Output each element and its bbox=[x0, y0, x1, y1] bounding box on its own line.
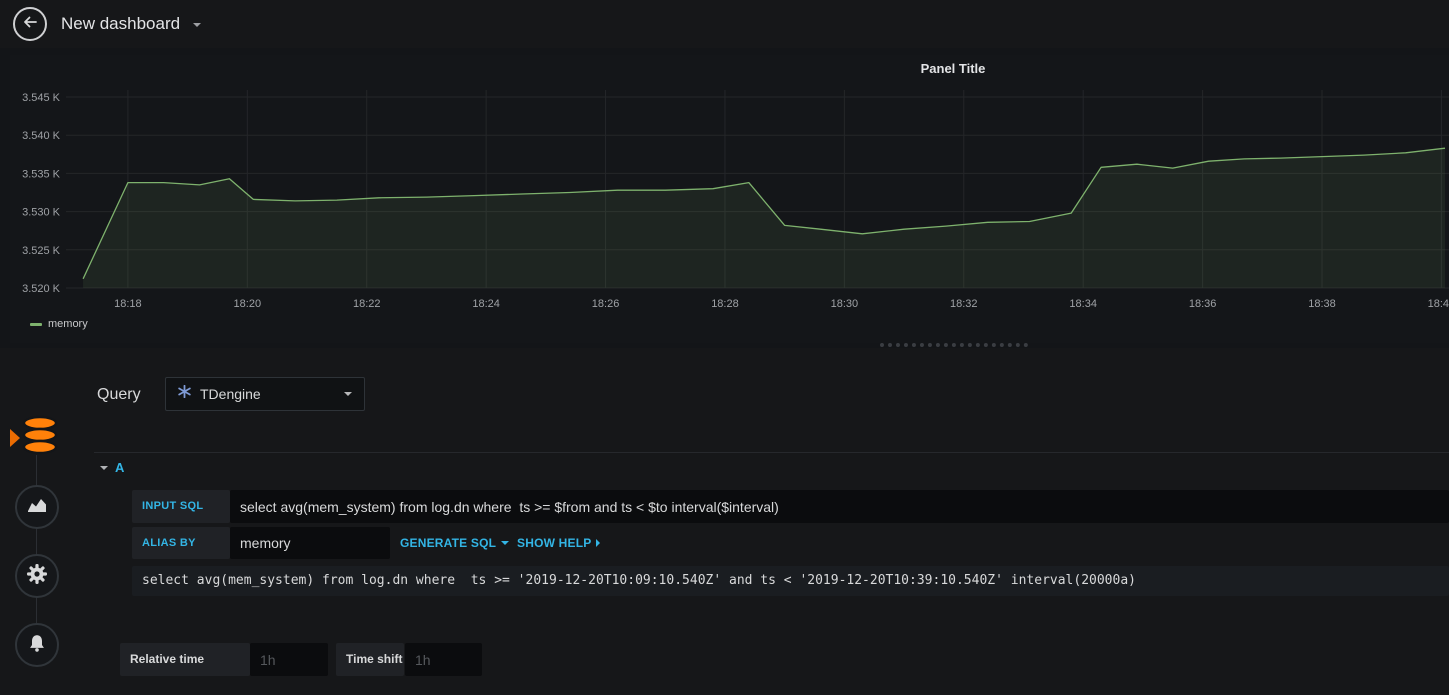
scrollbar-thumb[interactable] bbox=[880, 343, 1028, 347]
input-sql-field[interactable] bbox=[230, 490, 1449, 523]
chart-legend[interactable]: memory bbox=[30, 318, 88, 330]
chevron-down-icon bbox=[344, 392, 352, 396]
sidebar-item-queries[interactable] bbox=[21, 415, 59, 457]
active-tab-arrow-icon bbox=[10, 429, 20, 447]
time-shift-label: Time shift bbox=[336, 643, 404, 676]
legend-color-swatch bbox=[30, 322, 42, 326]
svg-text:18:18: 18:18 bbox=[114, 298, 142, 310]
sidebar-item-general[interactable] bbox=[15, 554, 59, 598]
divider bbox=[94, 452, 1449, 453]
top-nav: New dashboard bbox=[0, 0, 1449, 48]
grafana-panel-editor: New dashboard Panel Title 3.520 K 3.525 K… bbox=[0, 0, 1449, 695]
time-shift-input[interactable] bbox=[405, 643, 482, 676]
alias-by-label: ALIAS BY bbox=[132, 527, 230, 559]
tdengine-icon bbox=[178, 384, 191, 403]
collapse-caret-icon bbox=[100, 465, 108, 470]
database-icon bbox=[21, 415, 59, 461]
sidebar-rail bbox=[36, 455, 37, 645]
show-help-button[interactable]: SHOW HELP bbox=[517, 527, 601, 559]
relative-time-input[interactable] bbox=[250, 643, 328, 676]
generate-sql-label: GENERATE SQL bbox=[400, 536, 497, 550]
svg-text:18:24: 18:24 bbox=[472, 298, 500, 310]
gear-icon bbox=[26, 563, 48, 590]
dashboard-title-dropdown[interactable]: New dashboard bbox=[61, 0, 201, 48]
svg-text:18:40: 18:40 bbox=[1428, 298, 1449, 310]
svg-text:18:34: 18:34 bbox=[1069, 298, 1097, 310]
svg-text:3.520 K: 3.520 K bbox=[22, 283, 61, 295]
svg-text:3.525 K: 3.525 K bbox=[22, 245, 61, 257]
query-ref-id: A bbox=[115, 460, 125, 475]
show-help-label: SHOW HELP bbox=[517, 536, 592, 550]
chevron-right-icon bbox=[596, 539, 601, 547]
svg-text:3.545 K: 3.545 K bbox=[22, 92, 61, 104]
bell-icon bbox=[27, 633, 47, 658]
svg-text:18:20: 18:20 bbox=[234, 298, 262, 310]
svg-text:18:32: 18:32 bbox=[950, 298, 978, 310]
timeseries-chart: 3.520 K 3.525 K 3.530 K 3.535 K 3.540 K 3.545… bbox=[22, 90, 1449, 310]
query-section-title: Query bbox=[97, 386, 141, 403]
dashboard-title: New dashboard bbox=[61, 14, 181, 33]
svg-text:18:38: 18:38 bbox=[1308, 298, 1336, 310]
svg-text:3.530 K: 3.530 K bbox=[22, 207, 61, 219]
chevron-down-icon bbox=[192, 23, 201, 27]
chevron-down-icon bbox=[501, 541, 510, 545]
chart-icon bbox=[27, 497, 47, 518]
relative-time-label: Relative time bbox=[120, 643, 250, 676]
alias-by-field[interactable] bbox=[230, 527, 390, 559]
sidebar-item-visualization[interactable] bbox=[15, 485, 59, 529]
back-arrow-icon bbox=[22, 14, 38, 35]
svg-text:3.540 K: 3.540 K bbox=[22, 130, 61, 142]
legend-series-label: memory bbox=[48, 318, 88, 330]
svg-text:18:36: 18:36 bbox=[1189, 298, 1217, 310]
generated-sql-preview: select avg(mem_system) from log.dn where… bbox=[132, 566, 1449, 596]
svg-text:3.535 K: 3.535 K bbox=[22, 168, 61, 180]
sidebar-item-alert[interactable] bbox=[15, 623, 59, 667]
panel: Panel Title 3.520 K 3.525 K 3.530 K 3.535 K… bbox=[10, 55, 1449, 343]
query-editor-section: Query TDengine A INPUT SQL AL bbox=[0, 348, 1449, 695]
generate-sql-button[interactable]: GENERATE SQL bbox=[400, 527, 510, 559]
back-button[interactable] bbox=[13, 7, 47, 41]
svg-text:18:26: 18:26 bbox=[592, 298, 620, 310]
panel-title[interactable]: Panel Title bbox=[921, 61, 986, 76]
datasource-picker[interactable]: TDengine bbox=[165, 377, 365, 411]
datasource-name: TDengine bbox=[200, 386, 261, 402]
query-row-toggle[interactable]: A bbox=[100, 460, 124, 475]
svg-text:18:28: 18:28 bbox=[711, 298, 739, 310]
svg-text:18:30: 18:30 bbox=[831, 298, 859, 310]
svg-text:18:22: 18:22 bbox=[353, 298, 381, 310]
input-sql-label: INPUT SQL bbox=[132, 490, 230, 523]
